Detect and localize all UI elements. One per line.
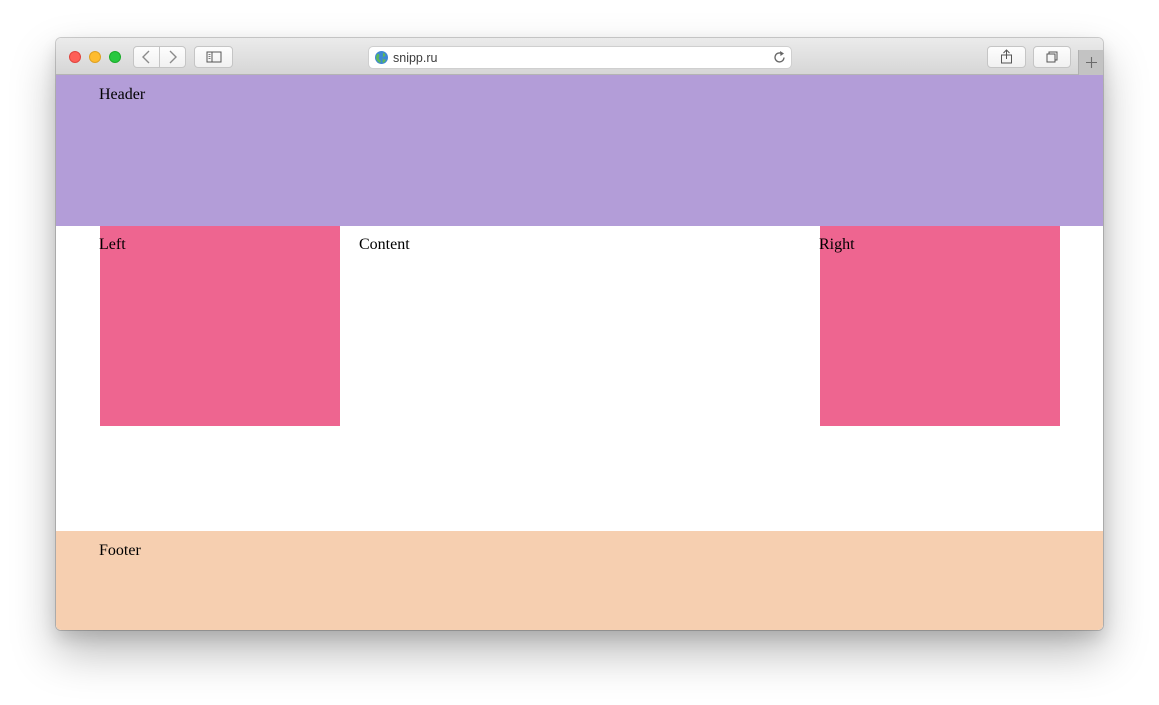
sidebar-button[interactable] xyxy=(194,46,233,68)
header-label: Header xyxy=(99,86,146,103)
right-label: Right xyxy=(819,236,855,253)
forward-icon xyxy=(169,50,177,64)
content-column: Content xyxy=(359,236,410,254)
page-footer: Footer xyxy=(56,531,1103,630)
reload-icon[interactable] xyxy=(772,50,787,65)
tabs-icon xyxy=(1046,51,1058,63)
minimize-icon[interactable] xyxy=(89,51,101,63)
share-icon xyxy=(1001,49,1012,64)
close-icon[interactable] xyxy=(69,51,81,63)
new-tab-button[interactable] xyxy=(1078,50,1103,75)
back-icon xyxy=(142,50,150,64)
footer-label: Footer xyxy=(99,542,141,559)
forward-button[interactable] xyxy=(160,47,186,67)
browser-toolbar: snipp.ru xyxy=(56,38,1103,75)
sidebar-icon xyxy=(206,51,222,63)
share-button[interactable] xyxy=(987,46,1026,68)
url-text: snipp.ru xyxy=(393,51,438,65)
page-viewport: Header Left Content Right Footer xyxy=(56,75,1103,630)
navigation-buttons xyxy=(133,46,186,68)
right-column: Right xyxy=(819,226,1060,426)
left-column: Left xyxy=(99,226,340,426)
browser-window: snipp.ru Header Left Content Right Foote… xyxy=(56,38,1103,630)
zoom-icon[interactable] xyxy=(109,51,121,63)
back-button[interactable] xyxy=(134,47,159,67)
page-header: Header xyxy=(56,75,1103,226)
globe-icon xyxy=(375,51,388,64)
content-label: Content xyxy=(359,236,410,253)
tabs-button[interactable] xyxy=(1033,46,1071,68)
address-bar[interactable]: snipp.ru xyxy=(368,46,792,69)
plus-icon xyxy=(1086,57,1097,68)
left-label: Left xyxy=(99,236,126,253)
